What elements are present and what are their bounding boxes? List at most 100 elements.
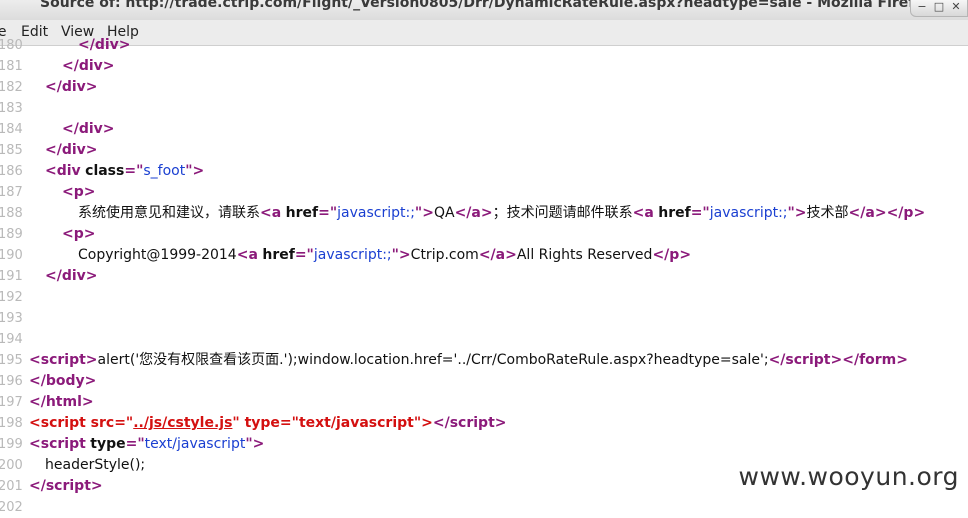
window-controls: − □ ✕ xyxy=(910,0,968,17)
window-title: Source of: http://trade.ctrip.com/Flight… xyxy=(40,0,934,11)
code-token: " type="text/javascript"> xyxy=(232,415,433,431)
line-number: 188 xyxy=(0,206,23,221)
source-line: 196 </body> xyxy=(0,371,968,392)
code-token: javascript:; xyxy=(313,247,392,263)
line-number: 200 xyxy=(0,458,23,473)
line-code: <script type="text/javascript"> xyxy=(29,434,264,455)
source-line: 183 xyxy=(0,98,968,119)
code-token: ；技术问题请邮件联系 xyxy=(492,205,633,221)
maximize-icon[interactable]: □ xyxy=(930,0,948,14)
code-token: s_foot xyxy=(143,163,186,179)
close-icon[interactable]: ✕ xyxy=(947,0,965,14)
code-token: <script src=" xyxy=(29,415,134,431)
source-line: 192 xyxy=(0,287,968,308)
code-token: script xyxy=(785,352,831,368)
code-token: > xyxy=(85,142,98,158)
code-token: > xyxy=(102,58,115,74)
line-number: 196 xyxy=(0,374,23,389)
code-token: javascript:; xyxy=(709,205,788,221)
code-token: > xyxy=(83,226,96,242)
code-token: =" xyxy=(124,163,144,179)
code-token[interactable]: ../js/cstyle.js xyxy=(133,415,232,431)
line-number: 191 xyxy=(0,269,23,284)
code-token: 系统使用意见和建议，请联系 xyxy=(78,205,260,221)
code-token: < xyxy=(29,352,41,368)
line-code: <script>alert('您没有权限查看该页面.');window.loca… xyxy=(29,350,908,371)
minimize-icon[interactable]: − xyxy=(913,0,931,14)
code-token: < xyxy=(62,226,74,242)
code-token: > xyxy=(679,247,692,263)
code-token: </ xyxy=(652,247,670,263)
code-token: p xyxy=(73,184,84,200)
code-token: < xyxy=(45,163,57,179)
code-token: script xyxy=(45,478,91,494)
code-token: </ xyxy=(29,478,46,494)
code-token: </ xyxy=(62,58,79,74)
code-token: > xyxy=(896,352,908,368)
code-token: </ xyxy=(45,142,62,158)
code-token: > xyxy=(494,415,507,431)
line-code: </div> xyxy=(62,56,115,77)
code-token: headerStyle(); xyxy=(45,457,146,473)
code-token: < xyxy=(260,205,272,221)
watermark: www.wooyun.org xyxy=(738,462,959,491)
code-token: </ xyxy=(478,247,496,263)
code-token: Ctrip.com xyxy=(410,247,479,263)
line-code: </html> xyxy=(29,392,94,413)
code-token: a xyxy=(471,205,481,221)
line-number: 180 xyxy=(0,38,23,53)
code-token: </ xyxy=(29,373,46,389)
code-token: </ xyxy=(432,415,450,431)
line-number: 182 xyxy=(0,80,23,95)
line-code: </div> xyxy=(45,77,98,98)
line-number: 186 xyxy=(0,164,23,179)
code-token: class xyxy=(85,163,125,179)
code-token: > xyxy=(83,184,96,200)
line-code: </div> xyxy=(62,119,115,140)
line-number: 193 xyxy=(0,311,23,326)
line-code: </body> xyxy=(29,371,96,392)
code-token: href xyxy=(285,205,319,221)
code-token: a xyxy=(271,205,282,221)
code-token: </ xyxy=(29,394,46,410)
code-token: > xyxy=(85,268,98,284)
source-line: 181 </div> xyxy=(0,56,968,77)
code-token: > xyxy=(118,37,131,53)
code-token: href xyxy=(262,247,295,263)
code-token: div xyxy=(56,163,81,179)
code-token: 技术部 xyxy=(806,205,849,221)
line-number: 199 xyxy=(0,437,23,452)
code-token: =" xyxy=(690,205,710,221)
code-token: > xyxy=(102,121,115,137)
code-token: text/javascript xyxy=(144,436,246,452)
source-line: 187 <p> xyxy=(0,182,968,203)
code-token: html xyxy=(45,394,82,410)
code-token: </ xyxy=(45,79,62,95)
line-code: <p> xyxy=(62,224,96,245)
line-code: 系统使用意见和建议，请联系<a href="javascript:;">QA</… xyxy=(78,203,925,224)
code-token: > xyxy=(81,394,94,410)
code-token: "> xyxy=(245,436,265,452)
line-number: 190 xyxy=(0,248,23,263)
line-number: 183 xyxy=(0,101,23,116)
source-line: 191 </div> xyxy=(0,266,968,287)
code-token: </ xyxy=(848,205,866,221)
code-token: </ xyxy=(45,268,62,284)
source-line: 198 <script src="../js/cstyle.js" type="t… xyxy=(0,413,968,434)
source-line: 182 </div> xyxy=(0,77,968,98)
source-line: 199 <script type="text/javascript"> xyxy=(0,434,968,455)
code-token: < xyxy=(29,436,41,452)
line-code: </div> xyxy=(45,140,98,161)
code-token: a xyxy=(495,247,506,263)
code-token: </ xyxy=(78,37,95,53)
line-number: 197 xyxy=(0,395,23,410)
line-number: 195 xyxy=(0,353,23,368)
source-view[interactable]: 180 </div> 181 </div> 182 </div> 183 184 </div> 1… xyxy=(0,37,968,515)
code-token: =" xyxy=(294,247,314,263)
line-code: Copyright@1999-2014<a href="javascript:;… xyxy=(78,245,691,266)
source-line: 180 </div> xyxy=(0,35,968,56)
line-code: <div class="s_foot"> xyxy=(45,161,204,182)
code-token: < xyxy=(236,247,249,263)
code-token: div xyxy=(61,79,86,95)
code-token: script xyxy=(40,352,86,368)
